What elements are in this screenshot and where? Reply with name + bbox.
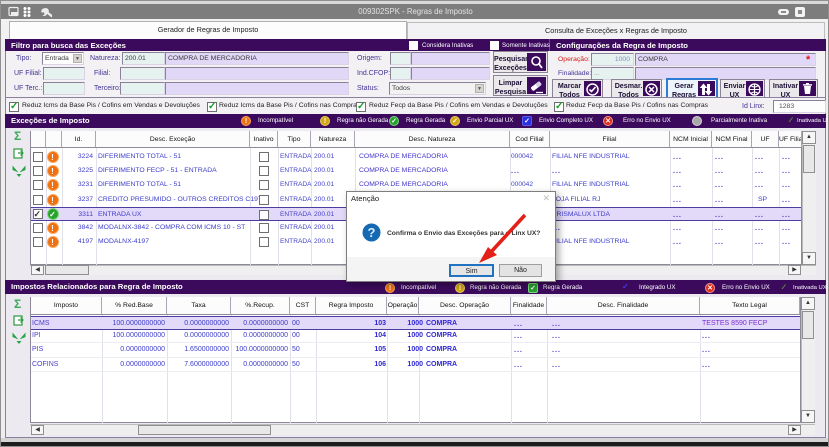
- svg-text:?: ?: [368, 225, 376, 240]
